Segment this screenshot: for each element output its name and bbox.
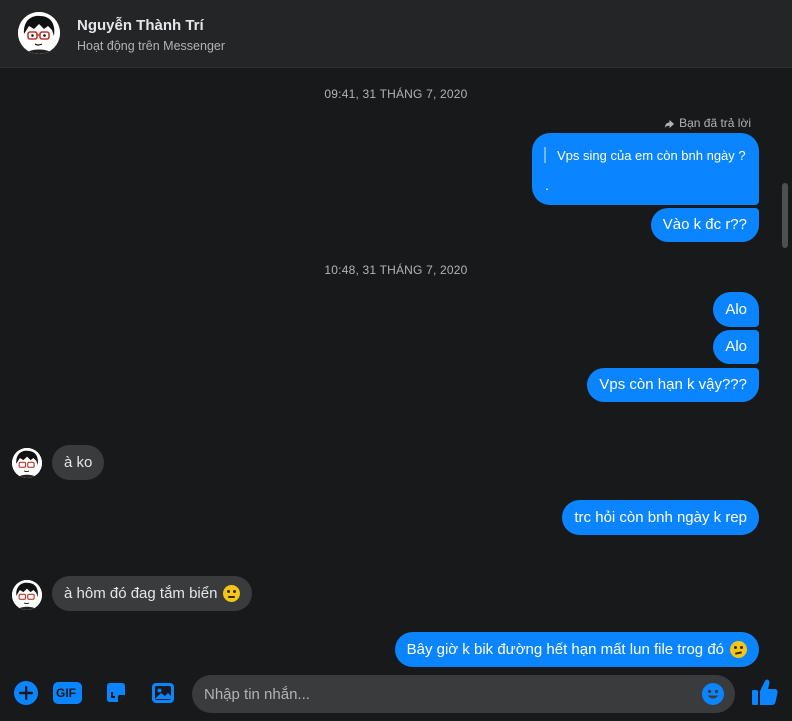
like-button[interactable] (751, 677, 779, 707)
contact-name[interactable]: Nguyễn Thành Trí (77, 17, 204, 34)
quoted-text: Vps sing của em còn bnh ngày ? (557, 148, 746, 163)
emoji-picker-icon[interactable] (701, 682, 725, 706)
contact-status: Hoạt động trên Messenger (77, 39, 226, 53)
message-text: Alo (725, 338, 747, 355)
message-bubble-incoming[interactable]: à hôm đó đag tắm biển (52, 576, 253, 611)
message-text: à hôm đó đag tắm biển (64, 584, 218, 602)
gif-button[interactable]: GIF (53, 680, 82, 706)
scrollbar-thumb[interactable] (782, 183, 788, 248)
attach-photo-button[interactable] (150, 680, 176, 706)
message-text: trc hỏi còn bnh ngày k rep (574, 508, 747, 526)
plus-circle-icon (14, 681, 38, 705)
quote-bar (544, 147, 546, 163)
message-bubble-outgoing[interactable]: Vps còn hạn k vậy??? (587, 368, 759, 402)
message-input-wrapper (192, 675, 735, 713)
chat-header: Nguyễn Thành Trí Hoạt động trên Messenge… (0, 0, 792, 68)
thumbs-up-icon (752, 679, 778, 705)
quoted-reply-text: . (545, 177, 549, 193)
message-text: Alo (725, 300, 747, 318)
contact-avatar-small[interactable] (12, 580, 42, 610)
confused-face-emoji-icon (730, 641, 747, 658)
neutral-face-emoji-icon (223, 585, 241, 602)
contact-avatar[interactable] (18, 12, 60, 54)
sticker-icon (107, 683, 125, 702)
quoted-message[interactable]: Vps sing của em còn bnh ngày ? . (532, 133, 759, 205)
message-bubble-outgoing[interactable]: Bây giờ k bik đường hết hạn mất lun file… (394, 632, 759, 667)
message-bubble-outgoing[interactable]: Alo (713, 330, 759, 364)
reply-arrow-icon (665, 119, 675, 128)
message-text: Vào k đc r?? (662, 216, 747, 233)
contact-avatar-small[interactable] (12, 448, 42, 478)
image-icon (152, 683, 174, 703)
message-text: Vps còn hạn k vậy??? (599, 376, 747, 393)
message-bubble-outgoing[interactable]: Alo (713, 292, 759, 327)
message-text: à ko (64, 453, 93, 471)
message-text: Bây giờ k bik đường hết hạn mất lun file… (406, 640, 724, 658)
sticker-button[interactable] (103, 680, 129, 706)
timestamp: 09:41, 31 THÁNG 7, 2020 (324, 87, 468, 101)
more-actions-button[interactable] (13, 680, 39, 706)
timestamp: 10:48, 31 THÁNG 7, 2020 (324, 263, 468, 277)
gif-label: GIF (56, 686, 76, 700)
message-input[interactable] (204, 675, 694, 713)
composer-bar: GIF (0, 668, 792, 721)
reply-note: Bạn đã trả lời (664, 116, 751, 130)
message-bubble-outgoing[interactable]: trc hỏi còn bnh ngày k rep (562, 500, 759, 535)
reply-note-label: Bạn đã trả lời (679, 116, 751, 130)
message-bubble-incoming[interactable]: à ko (52, 445, 105, 480)
message-bubble-outgoing[interactable]: Vào k đc r?? (650, 208, 759, 242)
message-list[interactable]: 09:41, 31 THÁNG 7, 2020 Bạn đã trả lời V… (0, 68, 792, 668)
